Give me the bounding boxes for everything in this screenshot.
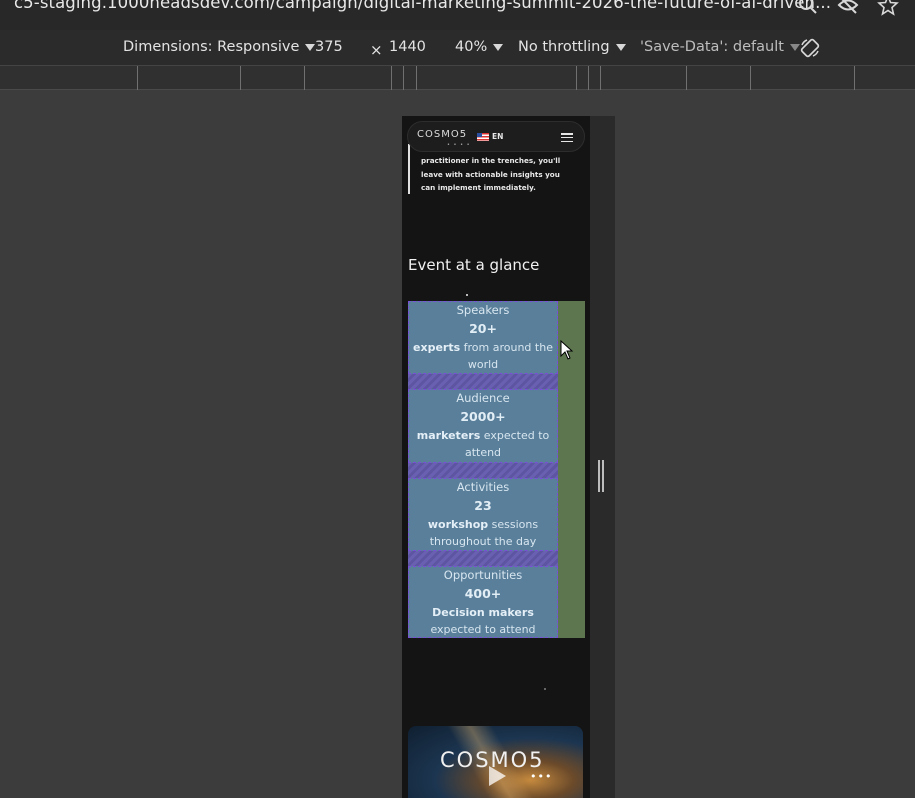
throttling-dropdown[interactable]: No throttling (518, 39, 626, 55)
stat-value: 23 (474, 498, 492, 513)
language-switcher[interactable]: EN (492, 132, 503, 141)
section-heading: Event at a glance (408, 256, 540, 274)
chevron-down-icon (493, 43, 504, 51)
us-flag-icon[interactable] (477, 133, 489, 141)
grid-gap-overlay (408, 374, 558, 389)
stat-description-bold: marketers (416, 429, 481, 442)
stat-card-activities: Activities 23 workshop sessions througho… (408, 478, 558, 551)
chevron-down-icon (305, 43, 316, 51)
viewport-margin (590, 116, 615, 798)
ruler-tick[interactable] (240, 66, 241, 90)
stat-value: 400+ (464, 586, 502, 601)
stat-description: marketers expected to attend (409, 427, 557, 461)
grid-gap-overlay (408, 551, 558, 566)
ruler-tick[interactable] (750, 66, 751, 90)
device-viewport: practitioner in the trenches, you'll lea… (402, 116, 615, 798)
search-icon[interactable] (797, 0, 819, 16)
stat-description-bold: experts (413, 341, 461, 354)
height-input[interactable]: 1440 (389, 39, 426, 55)
spacer-dot (544, 688, 546, 690)
width-input[interactable]: 375 (315, 39, 343, 55)
site-navbar: COSMO5 • • • • EN (407, 121, 585, 152)
quote-bar (408, 144, 410, 194)
stat-description-rest: expected to attend (430, 623, 536, 636)
ruler-tick[interactable] (576, 66, 577, 90)
site-logo[interactable]: COSMO5 (417, 129, 467, 140)
stat-description: Decision makers expected to attend (409, 604, 557, 638)
more-options-icon[interactable]: ••• (530, 770, 552, 783)
ruler-tick[interactable] (403, 66, 404, 90)
save-data-label: 'Save-Data': default (640, 39, 784, 55)
device-toolbar: Dimensions: Responsive 375 × 1440 40% No… (0, 30, 915, 66)
stat-card-speakers: Speakers 20+ experts from around the wor… (408, 301, 558, 374)
dimensions-label: Dimensions: Responsive (123, 39, 300, 55)
stat-label: Activities (456, 480, 510, 494)
media-query-ruler[interactable] (0, 66, 915, 90)
logo-dots: • • • • (447, 142, 471, 148)
viewport-resize-handle[interactable] (598, 460, 604, 492)
stat-description-rest: from around the world (460, 341, 553, 371)
zoom-label: 40% (455, 39, 488, 55)
stat-label: Opportunities (443, 568, 523, 582)
heading-dot (466, 294, 468, 296)
browser-address-bar[interactable]: c5-staging.1000headsdev.com/campaign/dig… (0, 0, 915, 30)
stat-description-bold: Decision makers (432, 606, 534, 619)
save-data-dropdown[interactable]: 'Save-Data': default (640, 39, 800, 55)
eye-off-icon[interactable] (837, 0, 859, 16)
play-icon[interactable] (489, 766, 506, 786)
dimensions-dropdown[interactable]: Dimensions: Responsive (123, 39, 316, 55)
ruler-tick[interactable] (416, 66, 417, 90)
stat-label: Speakers (456, 303, 510, 317)
stat-label: Audience (456, 391, 510, 405)
star-icon[interactable] (877, 0, 899, 16)
ruler-tick[interactable] (600, 66, 601, 90)
ruler-tick[interactable] (304, 66, 305, 90)
throttling-label: No throttling (518, 39, 610, 55)
grid-gap-overlay (408, 463, 558, 478)
hamburger-menu-icon[interactable] (561, 133, 573, 143)
stat-description: experts from around the world (409, 339, 557, 373)
ruler-tick[interactable] (588, 66, 589, 90)
mouse-cursor-icon (560, 340, 574, 360)
rotate-icon[interactable] (799, 37, 821, 59)
stat-value: 2000+ (460, 409, 506, 424)
stat-description-bold: workshop (427, 518, 489, 531)
url-text[interactable]: c5-staging.1000headsdev.com/campaign/dig… (14, 0, 831, 12)
stat-card-audience: Audience 2000+ marketers expected to att… (408, 389, 558, 463)
ruler-tick[interactable] (686, 66, 687, 90)
ruler-tick[interactable] (391, 66, 392, 90)
intro-text: practitioner in the trenches, you'll lea… (421, 156, 561, 192)
ruler-tick[interactable] (854, 66, 855, 90)
zoom-dropdown[interactable]: 40% (455, 39, 504, 55)
swap-dimensions-icon[interactable]: × (370, 41, 383, 59)
ruler-tick[interactable] (137, 66, 138, 90)
video-player[interactable]: COSMO5 ••• (408, 726, 583, 798)
stat-card-opportunities: Opportunities 400+ Decision makers expec… (408, 566, 558, 638)
chevron-down-icon (615, 43, 626, 51)
stat-description: workshop sessions throughout the day (409, 516, 557, 550)
stat-value: 20+ (469, 321, 497, 336)
